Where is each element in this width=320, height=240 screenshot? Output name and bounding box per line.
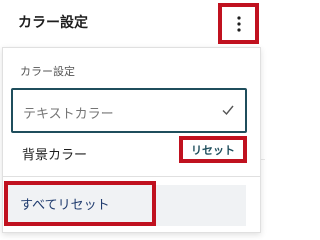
options-menu-toggle[interactable] — [224, 9, 253, 38]
menu-item-label: テキストカラー — [23, 107, 114, 122]
menu-divider — [3, 176, 260, 177]
reset-all-button[interactable]: すべてリセット — [4, 181, 156, 226]
options-dropdown-menu: カラー設定 テキストカラー 背景カラー リセット すべてリセット — [2, 47, 261, 233]
vertical-ellipsis-icon — [236, 15, 241, 32]
menu-item-text-color[interactable]: テキストカラー — [11, 88, 247, 133]
check-icon — [222, 105, 234, 116]
options-menu-button[interactable] — [218, 3, 259, 44]
panel-title: カラー設定 — [18, 15, 88, 31]
menu-group-label: カラー設定 — [20, 65, 75, 78]
background-color-reset-button[interactable]: リセット — [179, 136, 247, 163]
menu-item-background-color[interactable]: 背景カラー — [22, 144, 87, 163]
color-settings-header: カラー設定 — [0, 0, 265, 48]
